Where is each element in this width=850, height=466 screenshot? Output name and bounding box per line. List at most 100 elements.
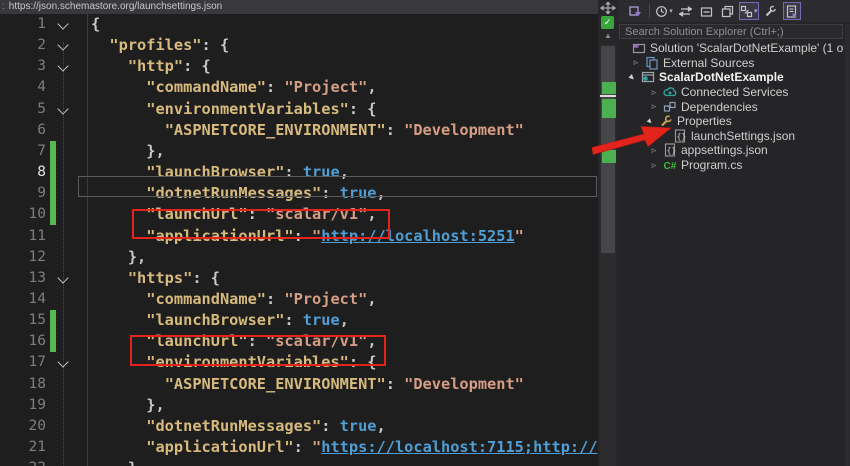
- code-line[interactable]: "commandName": "Project",: [91, 289, 598, 310]
- code-line[interactable]: "environmentVariables": {: [91, 99, 598, 120]
- fold-chevron-icon[interactable]: [57, 18, 68, 29]
- code-token: : {: [192, 269, 220, 287]
- caret-position-mark: [600, 95, 616, 97]
- code-line[interactable]: "https": {: [91, 268, 598, 289]
- code-token: [91, 248, 128, 266]
- line-number: 22: [0, 458, 46, 466]
- code-line[interactable]: "commandName": "Project",: [91, 77, 598, 98]
- code-token: :: [266, 290, 284, 308]
- code-token: "ASPNETCORE_ENVIRONMENT": [165, 375, 386, 393]
- tree-item-label: launchSettings.json: [691, 129, 795, 143]
- code-token: [91, 459, 128, 466]
- code-line[interactable]: "applicationUrl": "https://localhost:711…: [91, 437, 598, 458]
- panel-scrollbar[interactable]: [845, 24, 850, 466]
- tree-item-scalardotnetexample[interactable]: ▸ScalarDotNetExample: [618, 70, 844, 85]
- code-token: : {: [202, 36, 230, 54]
- fold-chevron-icon[interactable]: [57, 61, 68, 72]
- search-solution-explorer-input[interactable]: [619, 24, 843, 39]
- schema-url: https://json.schemastore.org/launchsetti…: [9, 1, 222, 12]
- line-number: 16: [0, 331, 46, 352]
- fold-chevron-icon[interactable]: [57, 103, 68, 114]
- expand-arrow-icon[interactable]: ▹: [646, 101, 662, 112]
- code-line[interactable]: },: [91, 247, 598, 268]
- sync-icon[interactable]: [676, 2, 694, 20]
- scrollbar-track[interactable]: [600, 44, 616, 466]
- code-line[interactable]: "profiles": {: [91, 35, 598, 56]
- wrench-icon[interactable]: [762, 2, 780, 20]
- switch-views-icon[interactable]: [626, 2, 644, 20]
- preview-selected-items-icon[interactable]: [718, 2, 736, 20]
- code-token: [91, 290, 146, 308]
- code-line[interactable]: },: [91, 395, 598, 416]
- line-number: 17: [0, 352, 46, 373]
- code-token: [91, 78, 146, 96]
- code-lines[interactable]: { "profiles": { "http": { "commandName":…: [91, 14, 598, 466]
- expand-arrow-icon[interactable]: ▹: [646, 160, 662, 171]
- code-token: {: [91, 15, 100, 33]
- code-token: ,: [367, 78, 376, 96]
- line-number: 11: [0, 226, 46, 247]
- code-token: ,: [340, 311, 349, 329]
- fold-chevron-icon[interactable]: [57, 39, 68, 50]
- code-token: :: [386, 375, 404, 393]
- line-number: 7: [0, 141, 46, 162]
- code-token: "dotnetRunMessages": [146, 417, 321, 435]
- pending-changes-filter-icon[interactable]: ▾: [655, 2, 673, 20]
- gutter-divider: [87, 14, 88, 466]
- code-token: true: [303, 311, 340, 329]
- code-link[interactable]: https://localhost:7115;http://: [321, 438, 597, 456]
- line-number: 21: [0, 437, 46, 458]
- json-schema-bar[interactable]: :https://json.schemastore.org/launchsett…: [0, 0, 598, 14]
- code-line[interactable]: "ASPNETCORE_ENVIRONMENT": "Development": [91, 120, 598, 141]
- tree-item-connected-services[interactable]: ▹ Connected Services: [618, 85, 844, 100]
- code-line[interactable]: "http": {: [91, 56, 598, 77]
- tree-item-solution-scalardotnetexample-1-of-1-project[interactable]: Solution 'ScalarDotNetExample' (1 of 1 p…: [618, 41, 844, 56]
- splitter-handle-icon[interactable]: [600, 2, 616, 14]
- code-line[interactable]: },: [91, 141, 598, 162]
- code-token: true: [340, 417, 377, 435]
- code-token: : {: [183, 57, 211, 75]
- change-bar: [50, 310, 56, 352]
- annotation-box-launchurl-http: [132, 209, 390, 239]
- expand-arrow-icon[interactable]: ▹: [646, 87, 662, 98]
- visual-studio-window: : https://json.schemastore.org/launchsett…: [0, 0, 850, 466]
- external-icon: [644, 56, 660, 70]
- line-number: 6: [0, 120, 46, 141]
- editor-scrollbar[interactable]: ✓ ▲: [598, 0, 618, 466]
- code-token: },: [128, 248, 146, 266]
- collapse-all-icon[interactable]: [697, 2, 715, 20]
- tree-item-dependencies[interactable]: ▹Dependencies: [618, 99, 844, 114]
- code-line[interactable]: {: [91, 14, 598, 35]
- scroll-up-arrow[interactable]: ▲: [602, 31, 614, 41]
- fold-chevron-icon[interactable]: [57, 357, 68, 368]
- code-line[interactable]: "launchBrowser": true,: [91, 310, 598, 331]
- tree-item-external-sources[interactable]: ▹External Sources: [618, 56, 844, 71]
- line-number: 2: [0, 35, 46, 56]
- code-line[interactable]: "ASPNETCORE_ENVIRONMENT": "Development": [91, 374, 598, 395]
- code-editor[interactable]: 12345678910111213141516171819202122 { "p…: [0, 14, 598, 466]
- tree-item-label: Connected Services: [681, 85, 788, 99]
- code-token: [91, 142, 146, 160]
- sync-with-active-document-icon[interactable]: ▾: [739, 2, 759, 20]
- code-token: "commandName": [146, 290, 266, 308]
- code-token: ": [312, 438, 321, 456]
- code-line[interactable]: }: [91, 458, 598, 466]
- dependencies-icon: [662, 100, 678, 114]
- code-token: "commandName": [146, 78, 266, 96]
- line-number: 14: [0, 289, 46, 310]
- line-number: 19: [0, 395, 46, 416]
- solution-icon: [631, 41, 647, 55]
- fold-chevron-icon[interactable]: [57, 272, 68, 283]
- code-line[interactable]: "dotnetRunMessages": true,: [91, 416, 598, 437]
- code-token: "launchBrowser": [146, 311, 284, 329]
- properties-icon[interactable]: [783, 2, 801, 20]
- expand-arrow-icon[interactable]: ▹: [628, 57, 644, 68]
- code-token: "Development": [404, 121, 524, 139]
- code-token: [91, 57, 128, 75]
- svg-text:C#: C#: [664, 161, 677, 172]
- editor-gutter[interactable]: 12345678910111213141516171819202122: [0, 14, 88, 466]
- dropdown-caret-icon[interactable]: ▾: [669, 7, 673, 15]
- dropdown-caret-icon[interactable]: ▾: [754, 7, 758, 15]
- line-number: 20: [0, 416, 46, 437]
- tree-item-label: Solution 'ScalarDotNetExample' (1 of 1 p…: [650, 41, 844, 55]
